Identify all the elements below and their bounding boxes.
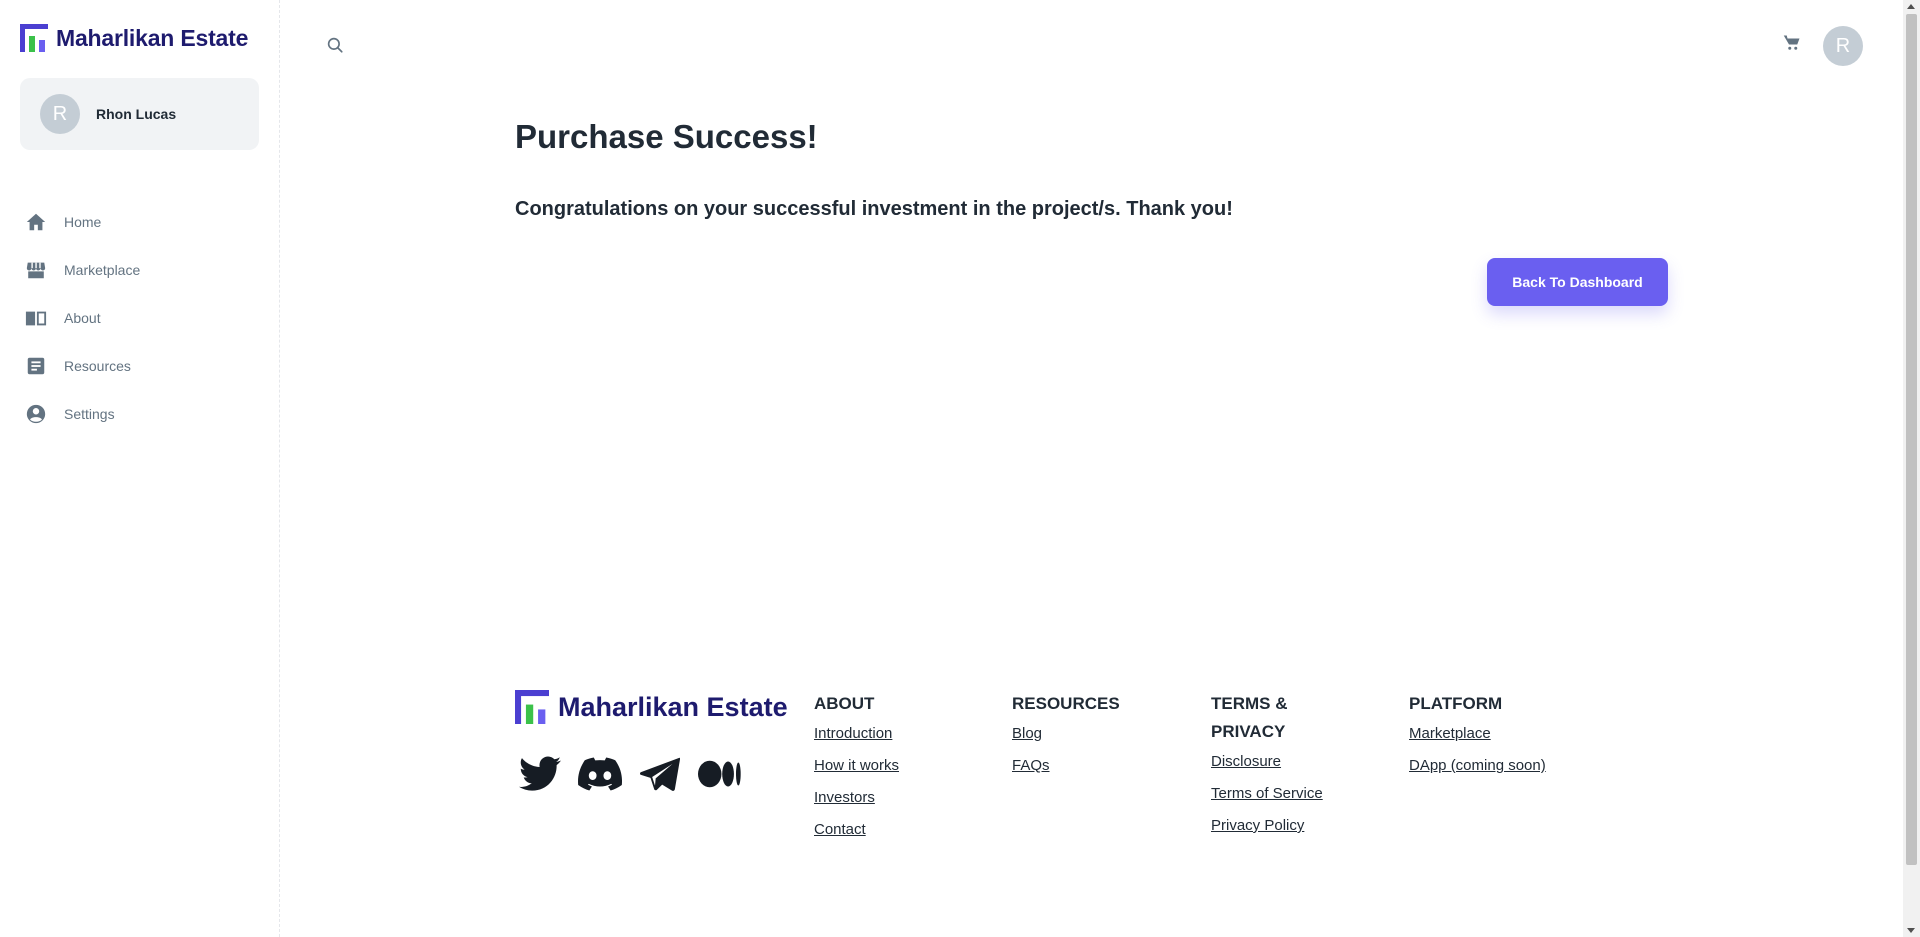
brand-name: Maharlikan Estate: [56, 24, 249, 51]
sidebar-item-home[interactable]: Home: [0, 198, 280, 246]
footer-brand-logo[interactable]: Maharlikan Estate: [515, 690, 788, 724]
cart-icon: [1783, 35, 1800, 50]
home-icon: [24, 210, 48, 234]
cart-button[interactable]: [1783, 34, 1807, 58]
footer-link-investors[interactable]: Investors: [814, 788, 974, 808]
social-links: [518, 754, 742, 794]
footer-column-title: PLATFORM: [1409, 694, 1503, 713]
success-message: Congratulations on your successful inves…: [515, 198, 1233, 220]
search-icon: [327, 37, 343, 53]
sidebar-item-label: Settings: [64, 406, 115, 422]
sidebar: Maharlikan Estate R Rhon Lucas Home Mark…: [0, 0, 280, 937]
scroll-up-icon[interactable]: [1907, 4, 1915, 9]
brand-logo[interactable]: Maharlikan Estate: [20, 24, 248, 52]
footer-link-dapp[interactable]: DApp (coming soon): [1409, 756, 1589, 776]
sidebar-item-label: Resources: [64, 358, 131, 374]
footer-link-privacy-policy[interactable]: Privacy Policy: [1211, 816, 1351, 836]
logo-icon: [20, 24, 48, 52]
sidebar-item-label: About: [64, 310, 101, 326]
user-card[interactable]: R Rhon Lucas: [20, 78, 259, 150]
sidebar-item-label: Home: [64, 214, 102, 230]
book-icon: [24, 306, 48, 330]
user-name: Rhon Lucas: [96, 106, 177, 122]
footer-column-title: TERMS & PRIVACY: [1211, 694, 1288, 741]
back-to-dashboard-button[interactable]: Back To Dashboard: [1487, 258, 1668, 306]
store-icon: [24, 258, 48, 282]
account-circle-icon: [24, 402, 48, 426]
footer-brand-name: Maharlikan Estate: [558, 691, 788, 722]
document-icon: [24, 354, 48, 378]
search-button[interactable]: [326, 36, 350, 60]
footer-column-title: RESOURCES: [1012, 694, 1120, 713]
account-avatar[interactable]: R: [1823, 26, 1863, 66]
footer-column-title: ABOUT: [814, 694, 875, 713]
telegram-icon[interactable]: [638, 754, 682, 794]
page-title: Purchase Success!: [515, 118, 818, 155]
sidebar-item-marketplace[interactable]: Marketplace: [0, 246, 280, 294]
footer-column-terms: TERMS & PRIVACY Disclosure Terms of Serv…: [1211, 690, 1351, 848]
sidebar-item-about[interactable]: About: [0, 294, 280, 342]
footer-link-blog[interactable]: Blog: [1012, 724, 1172, 744]
sidebar-item-settings[interactable]: Settings: [0, 390, 280, 438]
footer-link-disclosure[interactable]: Disclosure: [1211, 752, 1351, 772]
footer-column-platform: PLATFORM Marketplace DApp (coming soon): [1409, 690, 1589, 788]
medium-icon[interactable]: [698, 754, 742, 794]
logo-icon: [515, 690, 549, 724]
footer-column-about: ABOUT Introduction How it works Investor…: [814, 690, 974, 852]
avatar: R: [40, 94, 80, 134]
twitter-icon[interactable]: [518, 754, 562, 794]
footer-link-contact[interactable]: Contact: [814, 820, 974, 840]
footer-column-resources: RESOURCES Blog FAQs: [1012, 690, 1172, 788]
scroll-thumb[interactable]: [1906, 14, 1917, 865]
vertical-scrollbar[interactable]: [1903, 0, 1920, 937]
footer-link-how-it-works[interactable]: How it works: [814, 756, 974, 776]
sidebar-nav: Home Marketplace About Resources Setting…: [0, 198, 280, 438]
scroll-down-icon[interactable]: [1907, 928, 1915, 933]
discord-icon[interactable]: [578, 754, 622, 794]
footer-link-terms-of-service[interactable]: Terms of Service: [1211, 784, 1351, 804]
sidebar-item-label: Marketplace: [64, 262, 141, 278]
footer-link-faqs[interactable]: FAQs: [1012, 756, 1172, 776]
footer-link-introduction[interactable]: Introduction: [814, 724, 974, 744]
sidebar-item-resources[interactable]: Resources: [0, 342, 280, 390]
footer-link-marketplace[interactable]: Marketplace: [1409, 724, 1589, 744]
